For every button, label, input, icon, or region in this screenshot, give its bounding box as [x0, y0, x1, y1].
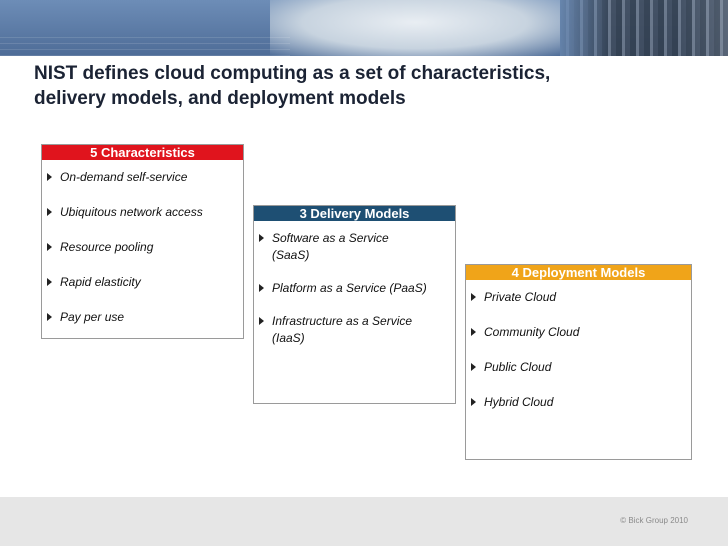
banner-server-racks-graphic [560, 0, 728, 56]
slide-title-line-1: NIST defines cloud computing as a set of… [34, 63, 551, 84]
characteristic-label: Rapid elasticity [60, 275, 141, 289]
list-item: Pay per use [42, 309, 243, 326]
bullet-icon [47, 208, 52, 216]
characteristic-label: Pay per use [60, 310, 125, 324]
characteristic-label: On-demand self-service [60, 170, 188, 184]
bullet-icon [471, 363, 476, 371]
banner-diagram-graphic [270, 0, 560, 56]
characteristics-header: 5 Characteristics [42, 145, 243, 160]
list-item: Hybrid Cloud [466, 394, 691, 411]
bullet-icon [471, 398, 476, 406]
slide-title-line-2: delivery models, and deployment models [34, 88, 406, 109]
bullet-icon [471, 328, 476, 336]
deployment-models-header: 4 Deployment Models [466, 265, 691, 280]
list-item: Infrastructure as a Service (IaaS) [254, 313, 455, 347]
deployment-models-box: 4 Deployment Models Private Cloud Commun… [465, 264, 692, 460]
characteristic-label: Resource pooling [60, 240, 154, 254]
banner-lines-graphic [0, 36, 290, 56]
deployment-model-label: Private Cloud [484, 290, 557, 304]
list-item: Rapid elasticity [42, 274, 243, 291]
delivery-models-header: 3 Delivery Models [254, 206, 455, 221]
list-item: On-demand self-service [42, 169, 243, 186]
header-banner-image [0, 0, 728, 56]
deployment-model-label: Community Cloud [484, 325, 580, 339]
bullet-icon [471, 293, 476, 301]
bullet-icon [259, 317, 264, 325]
bullet-icon [259, 234, 264, 242]
deployment-model-label: Public Cloud [484, 360, 552, 374]
bullet-icon [47, 243, 52, 251]
list-item: Community Cloud [466, 324, 691, 341]
list-item: Platform as a Service (PaaS) [254, 280, 455, 297]
list-item: Private Cloud [466, 289, 691, 306]
copyright-text: © Bick Group 2010 [620, 516, 688, 525]
list-item: Public Cloud [466, 359, 691, 376]
list-item: Software as a Service (SaaS) [254, 230, 455, 264]
slide-title: NIST defines cloud computing as a set of… [34, 61, 694, 111]
delivery-models-box: 3 Delivery Models Software as a Service … [253, 205, 456, 404]
bullet-icon [47, 278, 52, 286]
bullet-icon [47, 313, 52, 321]
deployment-model-label: Hybrid Cloud [484, 395, 554, 409]
delivery-model-label: Platform as a Service (PaaS) [272, 281, 427, 295]
slide-footer: © Bick Group 2010 [0, 497, 728, 546]
delivery-model-abbrev: (SaaS) [272, 248, 310, 262]
delivery-model-label: Infrastructure as a Service [272, 314, 413, 328]
bullet-icon [47, 173, 52, 181]
characteristic-label: Ubiquitous network access [60, 205, 203, 219]
list-item: Resource pooling [42, 239, 243, 256]
bullet-icon [259, 284, 264, 292]
characteristics-box: 5 Characteristics On-demand self-service… [41, 144, 244, 339]
list-item: Ubiquitous network access [42, 204, 243, 221]
delivery-model-label: Software as a Service [272, 231, 389, 245]
delivery-model-abbrev: (IaaS) [272, 331, 305, 345]
